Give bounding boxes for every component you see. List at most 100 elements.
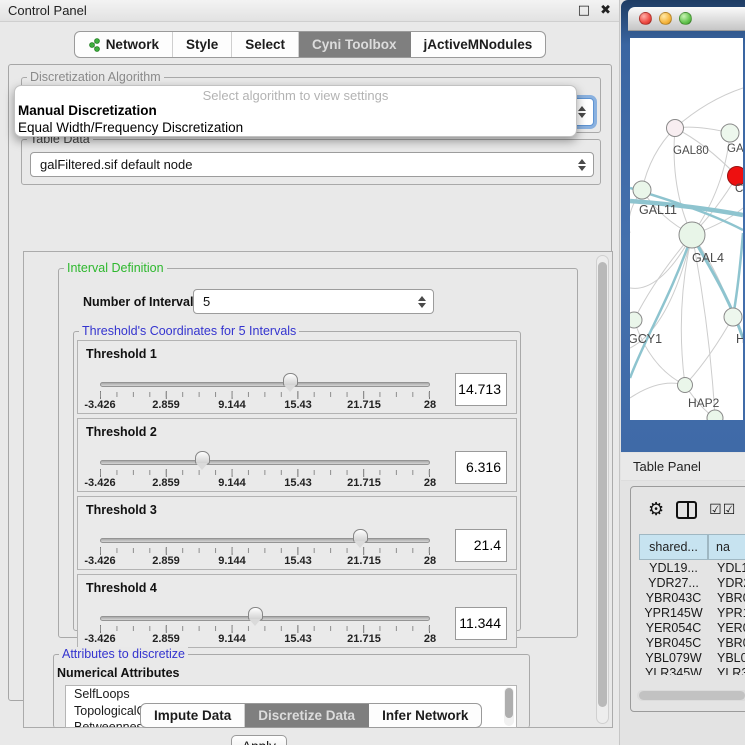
column-header-name[interactable]: na xyxy=(708,534,745,560)
control-panel-title: Control Panel xyxy=(8,3,87,18)
node-gal80[interactable] xyxy=(667,120,684,137)
node-label-c: C xyxy=(735,183,743,195)
threshold-row-1: Threshold 1 -3.426 2.859 9.144 xyxy=(77,340,517,414)
numerical-attributes-label: Numerical Attributes xyxy=(57,666,179,680)
settings-scroll-panel: Interval Definition Number of Intervals … xyxy=(23,251,613,728)
threshold-3-slider-thumb[interactable] xyxy=(353,529,368,542)
table-toolbar: ⚙ ☑☑ xyxy=(631,491,745,529)
cyni-content-panel: Discretization Algorithm Table Data galF… xyxy=(8,64,612,701)
num-intervals-label: Number of Intervals xyxy=(83,295,200,309)
table-row[interactable]: YLR345WYLR34 xyxy=(639,666,745,675)
zoom-traffic-icon[interactable] xyxy=(679,12,692,25)
network-window-titlebar[interactable] xyxy=(628,7,745,31)
threshold-4-slider-thumb[interactable] xyxy=(248,607,263,620)
node-ga[interactable] xyxy=(721,124,739,142)
apply-button[interactable]: Apply xyxy=(231,735,287,745)
threshold-2-slider[interactable] xyxy=(100,460,430,465)
threshold-1-slider-thumb[interactable] xyxy=(283,373,298,386)
slider-ticks xyxy=(100,548,430,553)
num-intervals-combo[interactable]: 5 xyxy=(193,289,434,314)
settings-scrollbar[interactable] xyxy=(596,255,609,724)
algorithm-dropdown-popup: Select algorithm to view settings Manual… xyxy=(14,85,577,137)
slider-ticks xyxy=(100,626,430,631)
tab-style[interactable]: Style xyxy=(173,32,232,57)
table-horizontal-scrollbar-thumb[interactable] xyxy=(639,691,745,700)
dropdown-option-equal-width[interactable]: Equal Width/Frequency Discretization xyxy=(15,120,576,137)
dropdown-placeholder: Select algorithm to view settings xyxy=(15,88,576,103)
threshold-4-slider[interactable] xyxy=(100,616,430,621)
tab-infer-network[interactable]: Infer Network xyxy=(369,704,481,727)
threshold-2-value-field[interactable]: 6.316 xyxy=(455,451,507,484)
tab-network[interactable]: Network xyxy=(75,32,173,57)
threshold-3-slider[interactable] xyxy=(100,538,430,543)
list-item[interactable]: SelfLoops xyxy=(66,686,516,703)
table-row[interactable]: YBR043CYBR04 xyxy=(639,591,745,606)
node-gcy1[interactable] xyxy=(630,312,642,328)
tab-discretize-data[interactable]: Discretize Data xyxy=(245,704,369,727)
threshold-2-slider-thumb[interactable] xyxy=(195,451,210,464)
node-label-h: H xyxy=(736,332,743,346)
node-label-hap2: HAP2 xyxy=(688,396,720,410)
table-row[interactable]: YDL19...YDL19 xyxy=(639,561,745,576)
dropdown-option-manual[interactable]: Manual Discretization xyxy=(15,103,576,120)
table-row[interactable]: YPR145WYPR14 xyxy=(639,606,745,621)
node-label-gcy1: GCY1 xyxy=(630,332,662,346)
column-header-shared-name[interactable]: shared... xyxy=(639,534,708,560)
table-panel-title: Table Panel xyxy=(633,459,701,474)
table-row[interactable]: YER054CYER05 xyxy=(639,621,745,636)
table-data-groupbox: Table Data galFiltered.sif default node xyxy=(21,139,601,185)
close-traffic-icon[interactable] xyxy=(639,12,652,25)
node-partial[interactable] xyxy=(707,410,723,420)
minimize-traffic-icon[interactable] xyxy=(659,12,672,25)
slider-scale-labels: -3.426 2.859 9.144 15.43 21.715 28 xyxy=(100,477,430,490)
threshold-3-value-field[interactable]: 21.4 xyxy=(455,529,507,562)
table-horizontal-scrollbar[interactable] xyxy=(637,690,745,701)
combo-arrows-icon xyxy=(578,106,586,118)
node-h[interactable] xyxy=(724,308,742,326)
thresholds-group-title: Threshold's Coordinates for 5 Intervals xyxy=(79,324,299,338)
node-label-ga: GA xyxy=(727,143,743,155)
table-body[interactable]: YDL19...YDL19 YDR27...YDR27 YBR043CYBR04… xyxy=(639,561,745,675)
settings-scrollbar-thumb[interactable] xyxy=(598,262,607,707)
table-header-row: shared... na xyxy=(639,534,745,560)
network-canvas[interactable]: GAL80 GA C GAL11 GAL4 GCY1 H HAP2 xyxy=(630,38,743,420)
table-data-combo[interactable]: galFiltered.sif default node xyxy=(30,152,594,177)
table-data-combo-value: galFiltered.sif default node xyxy=(40,157,192,172)
close-window-icon[interactable]: ✖ xyxy=(600,4,611,17)
node-label-gal11: GAL11 xyxy=(639,203,677,217)
thresholds-groupbox: Threshold's Coordinates for 5 Intervals … xyxy=(73,331,521,631)
num-intervals-value: 5 xyxy=(203,294,210,309)
tab-cyni-toolbox[interactable]: Cyni Toolbox xyxy=(299,32,411,57)
combo-arrows-icon xyxy=(418,296,426,308)
node-gal11[interactable] xyxy=(633,181,651,199)
threshold-row-3: Threshold 3 -3.426 2.859 9.144 xyxy=(77,496,517,570)
select-rows-checkboxes-icon[interactable]: ☑☑ xyxy=(709,502,736,518)
tab-select[interactable]: Select xyxy=(232,32,299,57)
table-row[interactable]: YBL079WYBL07 xyxy=(639,651,745,666)
columns-icon[interactable] xyxy=(676,501,697,519)
table-row[interactable]: YBR045CYBR04 xyxy=(639,636,745,651)
threshold-4-value-field[interactable]: 11.344 xyxy=(455,607,507,640)
slider-scale-labels: -3.426 2.859 9.144 15.43 21.715 28 xyxy=(100,555,430,568)
top-tabbar: Network Style Select Cyni Toolbox jActiv… xyxy=(0,31,620,58)
screen: Control Panel □ ✖ Network Sty xyxy=(0,0,745,745)
threshold-1-slider[interactable] xyxy=(100,382,430,387)
table-panel-window: ⚙ ☑☑ shared... na YDL19...YDL19 YDR27...… xyxy=(630,486,745,712)
node-hap2[interactable] xyxy=(678,378,693,393)
attributes-group-title: Attributes to discretize xyxy=(59,647,188,661)
float-window-icon[interactable]: □ xyxy=(578,4,590,17)
threshold-1-value-field[interactable]: 14.713 xyxy=(455,373,507,406)
network-view-window: GAL80 GA C GAL11 GAL4 GCY1 H HAP2 xyxy=(621,0,745,452)
tab-impute-data[interactable]: Impute Data xyxy=(141,704,245,727)
slider-ticks xyxy=(100,470,430,475)
node-gal4[interactable] xyxy=(679,222,705,248)
interval-group-title: Interval Definition xyxy=(64,261,167,275)
table-row[interactable]: YDR27...YDR27 xyxy=(639,576,745,591)
tab-jactivemnodules[interactable]: jActiveMNodules xyxy=(411,32,546,57)
tab-network-label: Network xyxy=(106,37,159,52)
list-scrollbar[interactable] xyxy=(504,687,514,726)
bottom-tabbar: Impute Data Discretize Data Infer Networ… xyxy=(140,703,482,728)
threshold-row-4: Threshold 4 -3.426 2.859 9.144 xyxy=(77,574,517,648)
gear-icon[interactable]: ⚙ xyxy=(648,501,664,519)
network-graph: GAL80 GA C GAL11 GAL4 GCY1 H HAP2 xyxy=(630,38,743,420)
